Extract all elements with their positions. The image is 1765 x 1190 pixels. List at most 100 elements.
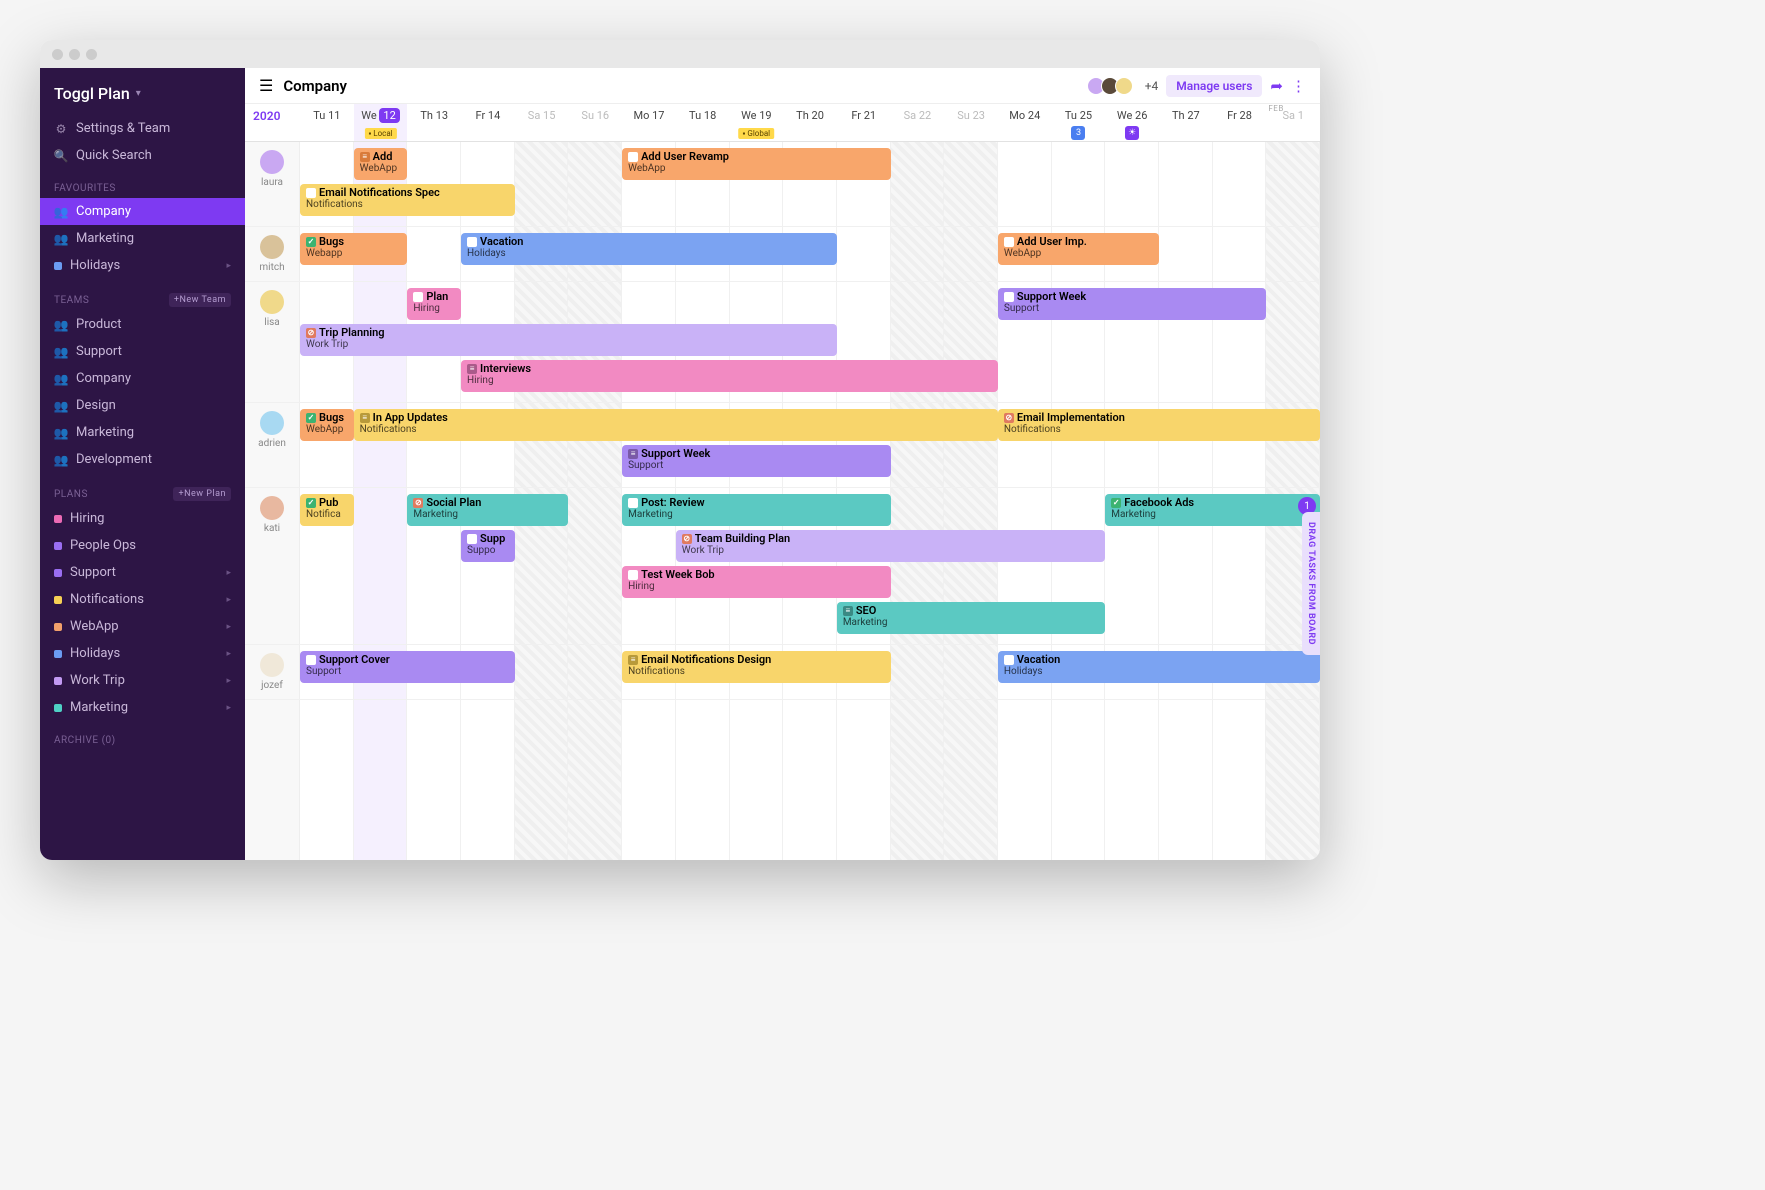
task-card[interactable]: ⬤Support WeekSupport xyxy=(998,288,1266,320)
traffic-light-min[interactable] xyxy=(69,49,80,60)
sidebar-item[interactable]: Work Trip▸ xyxy=(40,667,245,694)
day-header[interactable]: ▪ GlobalWe 19 xyxy=(730,104,784,141)
task-lane[interactable]: ⬤PlanHiring ⬤Support WeekSupport ⊘Trip Pla… xyxy=(300,282,1320,402)
task-row: ⬤PlanHiring ⬤Support WeekSupport xyxy=(300,288,1320,322)
task-card[interactable]: ≡SEOMarketing xyxy=(837,602,1105,634)
task-card[interactable]: ⬤VacationHolidays xyxy=(998,651,1320,683)
sidebar-item[interactable]: 👥Marketing xyxy=(40,419,245,446)
task-card[interactable]: ⬤Post: ReviewMarketing xyxy=(622,494,890,526)
task-card[interactable]: ⬤Support CoverSupport xyxy=(300,651,515,683)
brand-menu[interactable]: Toggl Plan xyxy=(40,78,245,115)
person-gutter[interactable]: laura xyxy=(245,142,300,226)
sidebar-item[interactable]: Holidays▸ xyxy=(40,640,245,667)
task-card[interactable]: ≡AddWebApp xyxy=(354,148,408,180)
section-add-button[interactable]: +New Team xyxy=(169,293,231,307)
day-header[interactable]: Th 13 xyxy=(407,104,461,141)
sidebar-item[interactable]: 👥Support xyxy=(40,338,245,365)
day-header[interactable]: ▪ LocalWe 12 xyxy=(354,104,408,141)
avatar-overflow[interactable]: +4 xyxy=(1145,79,1159,93)
day-header[interactable]: Tu 11 xyxy=(300,104,354,141)
sidebar-item[interactable]: WebApp▸ xyxy=(40,613,245,640)
sidebar-item[interactable]: 👥Company xyxy=(40,365,245,392)
sidebar-item[interactable]: Marketing▸ xyxy=(40,694,245,721)
sidebar-search[interactable]: 🔍 Quick Search xyxy=(40,142,245,169)
sidebar-item[interactable]: Holidays▸ xyxy=(40,252,245,279)
day-header[interactable]: 3Tu 25 xyxy=(1052,104,1106,141)
person-gutter[interactable]: lisa xyxy=(245,282,300,402)
task-title: ⊘Trip Planning xyxy=(306,326,831,339)
sidebar-item[interactable]: 👥Marketing xyxy=(40,225,245,252)
traffic-light-close[interactable] xyxy=(52,49,63,60)
sidebar-item[interactable]: 👥Product xyxy=(40,311,245,338)
milestone-badge[interactable]: ▪ Local xyxy=(364,128,396,139)
day-header[interactable]: Fr 21 xyxy=(837,104,891,141)
day-header[interactable]: Sa 15 xyxy=(515,104,569,141)
task-card[interactable]: ⬤Add User RevampWebApp xyxy=(622,148,890,180)
task-lane[interactable]: ✓BugsWebApp≡In App UpdatesNotifications⊘… xyxy=(300,403,1320,487)
task-card[interactable]: ✓BugsWebapp xyxy=(300,233,407,265)
sidebar-settings[interactable]: ⚙ Settings & Team xyxy=(40,115,245,142)
sidebar-item[interactable]: 👥Design xyxy=(40,392,245,419)
task-card[interactable]: ⬤Email Notifications SpecNotifications xyxy=(300,184,515,216)
task-card[interactable]: ⬤Add User Imp.WebApp xyxy=(998,233,1159,265)
drag-tasks-tab[interactable]: DRAG TASKS FROM BOARD xyxy=(1302,512,1320,655)
day-header[interactable]: Su 16 xyxy=(568,104,622,141)
day-header[interactable]: Fr 14 xyxy=(461,104,515,141)
timeline[interactable]: laura ≡AddWebApp ⬤Add User RevampWebApp ⬤Em… xyxy=(245,142,1320,860)
avatar-stack[interactable] xyxy=(1091,77,1133,95)
day-header[interactable]: Sa 22 xyxy=(891,104,945,141)
task-card[interactable]: ⬤Test Week BobHiring xyxy=(622,566,890,598)
sidebar-item[interactable]: People Ops xyxy=(40,532,245,559)
task-lane[interactable]: ≡AddWebApp ⬤Add User RevampWebApp ⬤Email N… xyxy=(300,142,1320,226)
sidebar-item[interactable]: Support▸ xyxy=(40,559,245,586)
day-header[interactable]: Mo 17 xyxy=(622,104,676,141)
milestone-icon[interactable]: ☀ xyxy=(1125,126,1139,140)
person-gutter[interactable]: adrien xyxy=(245,403,300,487)
task-card[interactable]: ⬤SuppSuppo xyxy=(461,530,515,562)
task-lane[interactable]: ⬤Support CoverSupport ≡Email Notification… xyxy=(300,645,1320,699)
milestone-badge[interactable]: ▪ Global xyxy=(739,128,775,139)
task-card[interactable]: ⊘Team Building PlanWork Trip xyxy=(676,530,1105,562)
person-gutter[interactable]: mitch xyxy=(245,227,300,281)
day-header[interactable]: FEBSa 1 xyxy=(1266,104,1320,141)
task-status-icon: ≡ xyxy=(628,655,638,665)
day-header[interactable]: Th 27 xyxy=(1159,104,1213,141)
task-lane[interactable]: ✓PubNotifica ⊘Social PlanMarketing ⬤Post: … xyxy=(300,488,1320,644)
sidebar-item[interactable]: 👥Development xyxy=(40,446,245,473)
section-add-button[interactable]: +New Plan xyxy=(173,487,231,501)
day-header[interactable]: Th 20 xyxy=(783,104,837,141)
menu-icon[interactable]: ☰ xyxy=(259,76,273,95)
task-status-icon: ✓ xyxy=(306,413,316,423)
share-icon[interactable]: ➦ xyxy=(1270,77,1283,95)
task-card[interactable]: ✓Facebook AdsMarketing xyxy=(1105,494,1320,526)
day-header[interactable]: Fr 28 xyxy=(1213,104,1267,141)
task-card[interactable]: ⊘Email ImplementationNotifications xyxy=(998,409,1320,441)
task-card[interactable]: ⬤VacationHolidays xyxy=(461,233,837,265)
topbar: ☰ Company +4 Manage users ➦ ⋮ xyxy=(245,68,1320,104)
task-card[interactable]: ≡In App UpdatesNotifications xyxy=(354,409,998,441)
day-header[interactable]: ☀We 26 xyxy=(1105,104,1159,141)
task-card[interactable]: ⊘Social PlanMarketing xyxy=(407,494,568,526)
day-header[interactable]: Tu 18 xyxy=(676,104,730,141)
person-gutter[interactable]: kati xyxy=(245,488,300,644)
task-card[interactable]: ≡Support WeekSupport xyxy=(622,445,890,477)
task-card[interactable]: ✓BugsWebApp xyxy=(300,409,354,441)
year-label[interactable]: 2020 xyxy=(245,104,300,141)
task-card[interactable]: ≡InterviewsHiring xyxy=(461,360,998,392)
task-card[interactable]: ✓PubNotifica xyxy=(300,494,354,526)
day-header[interactable]: Mo 24 xyxy=(998,104,1052,141)
day-number: 15 xyxy=(543,109,555,122)
milestone-icon[interactable]: 3 xyxy=(1071,126,1085,140)
sidebar-item[interactable]: Notifications▸ xyxy=(40,586,245,613)
task-card[interactable]: ⬤PlanHiring xyxy=(407,288,461,320)
person-gutter[interactable]: jozef xyxy=(245,645,300,699)
task-lane[interactable]: ✓BugsWebapp ⬤VacationHolidays ⬤Add User Im… xyxy=(300,227,1320,281)
sidebar-item[interactable]: 👥Company xyxy=(40,198,245,225)
task-card[interactable]: ≡Email Notifications DesignNotifications xyxy=(622,651,890,683)
manage-users-button[interactable]: Manage users xyxy=(1166,75,1262,97)
day-header[interactable]: Su 23 xyxy=(944,104,998,141)
sidebar-item[interactable]: Hiring xyxy=(40,505,245,532)
task-card[interactable]: ⊘Trip PlanningWork Trip xyxy=(300,324,837,356)
traffic-light-max[interactable] xyxy=(86,49,97,60)
more-icon[interactable]: ⋮ xyxy=(1291,77,1306,95)
